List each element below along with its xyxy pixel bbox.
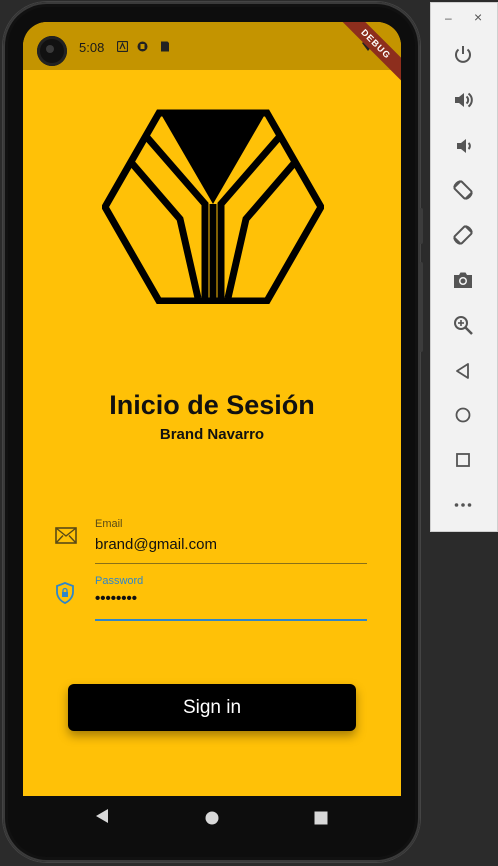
- notification-a-icon: [117, 41, 128, 52]
- power-icon[interactable]: [452, 44, 474, 66]
- brand-logo: [102, 109, 324, 304]
- emulator-toolbar: – ×: [430, 2, 498, 532]
- rotate-right-icon[interactable]: [452, 224, 474, 246]
- power-key: [419, 208, 423, 244]
- close-icon[interactable]: ×: [474, 9, 482, 25]
- sd-card-icon: [161, 41, 169, 52]
- back-icon[interactable]: [452, 360, 474, 382]
- shield-lock-icon: [56, 582, 74, 604]
- email-underline: [95, 563, 367, 564]
- home-icon[interactable]: [452, 404, 474, 426]
- zoom-icon[interactable]: [452, 314, 474, 336]
- page-title: Inicio de Sesión: [109, 390, 315, 420]
- status-bar: 5:08 DEBUG: [23, 22, 401, 89]
- mail-icon: [55, 527, 77, 544]
- app-screen: 5:08 DEBUG Inicio de Sesión Brand Navarr…: [23, 22, 401, 796]
- minimize-icon[interactable]: –: [445, 11, 452, 25]
- camera-icon[interactable]: [452, 269, 474, 291]
- front-camera: [37, 36, 67, 66]
- sign-in-button[interactable]: Sign in: [68, 684, 356, 731]
- back-icon[interactable]: [95, 808, 109, 824]
- recents-icon[interactable]: [314, 811, 328, 825]
- home-icon[interactable]: [205, 811, 219, 825]
- notification-play-icon: [137, 41, 148, 52]
- email-label: Email: [95, 518, 123, 530]
- volume-key: [419, 262, 423, 352]
- page-subtitle: Brand Navarro: [159, 426, 265, 443]
- status-time: 5:08: [79, 40, 105, 55]
- email-field[interactable]: brand@gmail.com: [95, 536, 217, 553]
- volume-down-icon[interactable]: [452, 135, 474, 157]
- password-field[interactable]: ••••••••: [95, 590, 137, 607]
- password-underline: [95, 619, 367, 621]
- rotate-left-icon[interactable]: [452, 179, 474, 201]
- overview-icon[interactable]: [452, 449, 474, 471]
- more-icon[interactable]: [452, 494, 474, 516]
- volume-up-icon[interactable]: [452, 89, 474, 111]
- password-label: Password: [95, 575, 144, 587]
- debug-banner: DEBUG: [331, 22, 401, 89]
- android-nav-bar: [23, 796, 401, 842]
